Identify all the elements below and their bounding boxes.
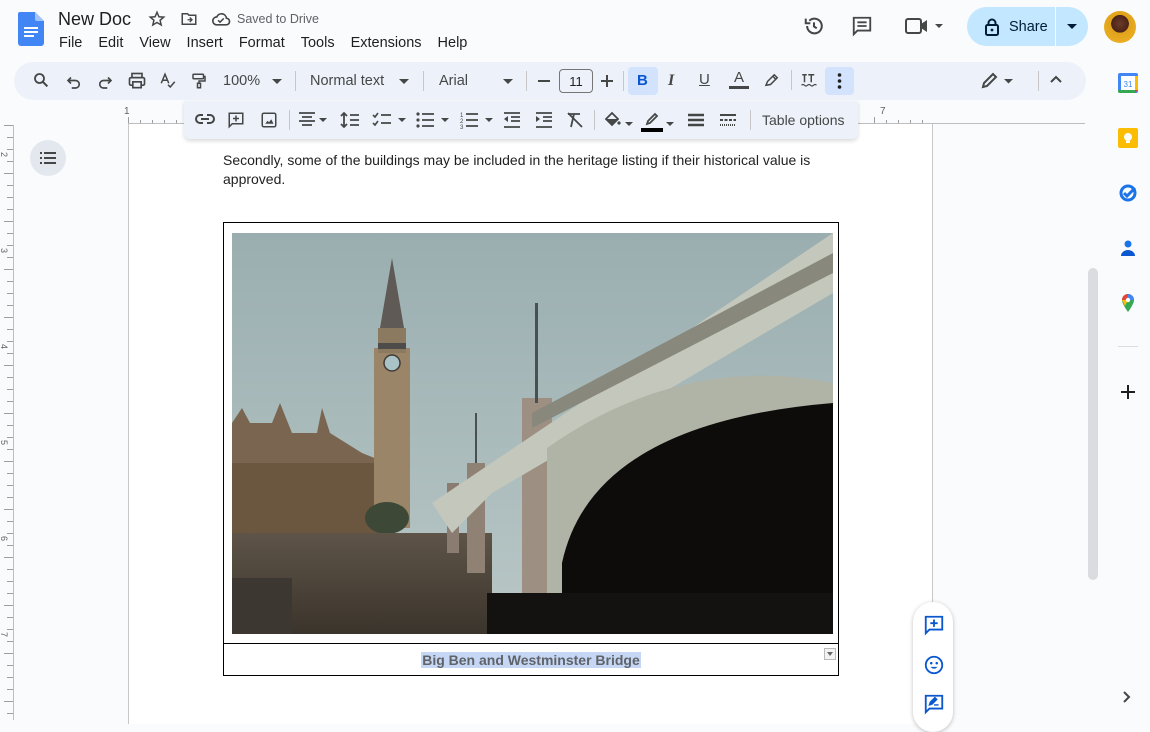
insert-image-icon[interactable] bbox=[260, 111, 278, 129]
ruler-label: 3 bbox=[0, 248, 9, 253]
insert-link-text-icon[interactable] bbox=[800, 71, 818, 89]
share-label: Share bbox=[1009, 18, 1048, 35]
cell-menu-dropdown-icon[interactable] bbox=[824, 648, 836, 660]
vertical-ruler[interactable]: 2 3 4 5 6 7 bbox=[0, 125, 14, 720]
maps-icon[interactable] bbox=[1118, 293, 1138, 313]
style-dropdown-icon[interactable] bbox=[399, 79, 409, 85]
decrease-indent-icon[interactable] bbox=[503, 111, 521, 129]
comments-icon[interactable] bbox=[851, 15, 873, 37]
font-dropdown-icon[interactable] bbox=[503, 79, 513, 85]
paint-format-icon[interactable] bbox=[190, 71, 208, 91]
table-cell-caption[interactable]: Big Ben and Westminster Bridge bbox=[224, 645, 838, 675]
menu-bar: File Edit View Insert Format Tools Exten… bbox=[50, 33, 475, 53]
docs-logo-icon[interactable] bbox=[18, 12, 44, 46]
share-button-group: Share bbox=[967, 7, 1088, 46]
link-icon[interactable] bbox=[195, 113, 215, 125]
menu-edit[interactable]: Edit bbox=[90, 33, 131, 53]
hide-menus-chevron-up-icon[interactable] bbox=[1049, 74, 1063, 84]
move-to-folder-icon[interactable] bbox=[180, 10, 200, 28]
suggest-edits-icon[interactable] bbox=[923, 693, 945, 715]
zoom-dropdown-icon[interactable] bbox=[272, 79, 282, 85]
image-caption[interactable]: Big Ben and Westminster Bridge bbox=[421, 652, 641, 668]
show-side-panel-chevron-icon[interactable] bbox=[1122, 690, 1132, 704]
style-select[interactable]: Normal text bbox=[310, 73, 384, 89]
table-cell-image[interactable] bbox=[224, 223, 838, 644]
calendar-day: 31 bbox=[1124, 80, 1133, 89]
table-toolbar: 123 Table options bbox=[184, 101, 858, 139]
align-center-icon[interactable] bbox=[298, 111, 330, 129]
border-width-icon[interactable] bbox=[687, 111, 705, 129]
zoom-select[interactable]: 100% bbox=[223, 73, 260, 89]
editing-mode-pencil-icon[interactable] bbox=[980, 72, 1014, 90]
avatar[interactable] bbox=[1104, 11, 1136, 43]
contacts-icon[interactable] bbox=[1118, 238, 1138, 258]
side-panel-divider bbox=[1118, 346, 1138, 347]
big-ben-photo[interactable] bbox=[232, 233, 833, 634]
italic-icon[interactable]: I bbox=[668, 72, 674, 90]
font-size-input[interactable]: 11 bbox=[559, 69, 593, 93]
main-toolbar: 100% Normal text Arial bbox=[14, 62, 1086, 100]
menu-help[interactable]: Help bbox=[430, 33, 476, 53]
search-menus-icon[interactable] bbox=[32, 71, 50, 89]
spellcheck-icon[interactable] bbox=[159, 71, 177, 91]
numbered-list-icon[interactable]: 123 bbox=[460, 111, 496, 129]
meet-icon[interactable] bbox=[904, 16, 946, 36]
undo-icon[interactable] bbox=[65, 73, 83, 91]
more-vert-icon bbox=[837, 73, 842, 89]
table-options-button[interactable]: Table options bbox=[762, 112, 845, 128]
redo-icon[interactable] bbox=[96, 73, 114, 91]
cloud-saved-icon[interactable] bbox=[211, 11, 231, 29]
increase-font-size-icon[interactable] bbox=[600, 73, 614, 89]
decrease-font-size-icon[interactable] bbox=[537, 73, 551, 89]
menu-view[interactable]: View bbox=[131, 33, 178, 53]
get-add-ons-plus-icon[interactable] bbox=[1118, 382, 1138, 402]
ruler-label: 5 bbox=[0, 440, 9, 445]
star-icon[interactable] bbox=[148, 10, 168, 28]
svg-text:3: 3 bbox=[460, 125, 464, 129]
share-button[interactable]: Share bbox=[967, 7, 1056, 46]
floating-actions bbox=[913, 602, 953, 732]
menu-file[interactable]: File bbox=[50, 33, 90, 53]
version-history-icon[interactable] bbox=[803, 15, 825, 37]
image-table[interactable]: Big Ben and Westminster Bridge bbox=[223, 222, 839, 676]
add-comment-icon[interactable] bbox=[227, 111, 245, 129]
font-select[interactable]: Arial bbox=[439, 73, 468, 89]
lock-icon bbox=[984, 18, 1009, 36]
text-color-icon[interactable]: A bbox=[729, 69, 749, 89]
body-paragraph[interactable]: Secondly, some of the buildings may be i… bbox=[223, 151, 843, 189]
outline-list-icon bbox=[40, 152, 56, 164]
line-spacing-icon[interactable] bbox=[340, 111, 360, 129]
border-dash-icon[interactable] bbox=[719, 111, 737, 129]
clear-formatting-icon[interactable] bbox=[566, 111, 584, 129]
menu-extensions[interactable]: Extensions bbox=[343, 33, 430, 53]
bold-icon: B bbox=[637, 72, 648, 89]
save-status: Saved to Drive bbox=[237, 12, 319, 26]
add-comment-float-icon[interactable] bbox=[923, 614, 945, 636]
ruler-label: 4 bbox=[0, 344, 9, 349]
highlight-color-icon[interactable] bbox=[763, 71, 781, 89]
menu-insert[interactable]: Insert bbox=[179, 33, 231, 53]
underline-icon[interactable]: U bbox=[699, 71, 710, 88]
tasks-icon[interactable] bbox=[1118, 183, 1138, 203]
bulleted-list-icon[interactable] bbox=[416, 111, 452, 129]
border-color-icon[interactable] bbox=[641, 111, 675, 133]
calendar-icon[interactable]: 31 bbox=[1118, 73, 1138, 93]
share-dropdown-button[interactable] bbox=[1056, 23, 1088, 30]
vertical-scrollbar[interactable] bbox=[1088, 268, 1098, 580]
ruler-label: 7 bbox=[0, 632, 9, 637]
add-emoji-reaction-icon[interactable] bbox=[923, 654, 945, 676]
menu-tools[interactable]: Tools bbox=[293, 33, 343, 53]
ruler-label-7: 7 bbox=[880, 106, 886, 117]
checklist-icon[interactable] bbox=[372, 111, 408, 129]
increase-indent-icon[interactable] bbox=[535, 111, 553, 129]
ruler-label-1: 1 bbox=[124, 106, 130, 117]
cell-background-color-icon[interactable] bbox=[603, 111, 635, 129]
document-title[interactable]: New Doc bbox=[58, 9, 131, 30]
document-outline-button[interactable] bbox=[30, 140, 66, 176]
ruler-label: 6 bbox=[0, 536, 9, 541]
menu-format[interactable]: Format bbox=[231, 33, 293, 53]
print-icon[interactable] bbox=[127, 71, 147, 91]
ruler-label: 2 bbox=[0, 152, 9, 157]
keep-icon[interactable] bbox=[1118, 128, 1138, 148]
